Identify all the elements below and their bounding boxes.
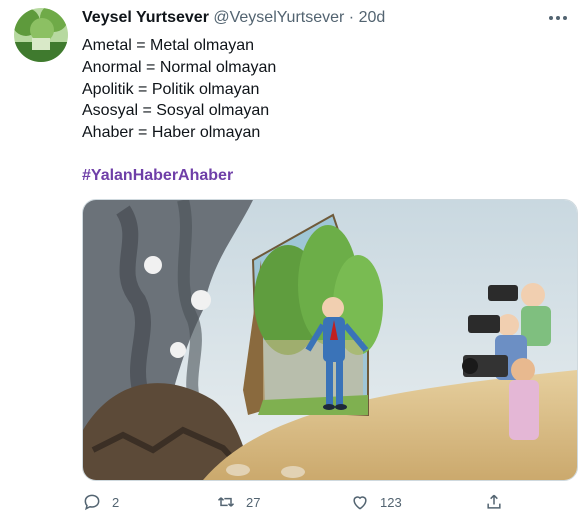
share-button[interactable]: [484, 490, 504, 514]
share-icon: [487, 494, 501, 509]
tweet[interactable]: Veysel Yurtsever @VeyselYurtsever · 20d …: [0, 0, 582, 519]
tweet-text-line: Ahaber = Haber olmayan: [82, 124, 261, 141]
separator: ·: [348, 9, 355, 26]
tweet-header: Veysel Yurtsever @VeyselYurtsever · 20d: [82, 9, 385, 27]
like-count: 123: [380, 494, 402, 510]
tweet-actions: 2 27 123: [82, 490, 576, 514]
more-icon[interactable]: [546, 8, 572, 28]
tweet-image[interactable]: [82, 199, 578, 481]
retweet-count: 27: [246, 494, 261, 510]
avatar[interactable]: [14, 8, 68, 62]
hashtag-link[interactable]: #YalanHaberAhaber: [82, 167, 233, 185]
reply-button[interactable]: 2: [82, 490, 119, 514]
like-button[interactable]: 123: [350, 490, 402, 514]
timestamp[interactable]: 20d: [359, 9, 386, 26]
reply-icon: [84, 494, 100, 511]
tweet-text-line: Apolitik = Politik olmayan: [82, 81, 260, 98]
retweet-icon: [217, 497, 235, 507]
retweet-button[interactable]: 27: [216, 490, 260, 514]
tweet-text-line: Anormal = Normal olmayan: [82, 59, 277, 76]
reply-count: 2: [112, 494, 120, 510]
like-icon: [353, 496, 367, 510]
tweet-text-line: Ametal = Metal olmayan: [82, 37, 255, 54]
tweet-text-line: Asosyal = Sosyal olmayan: [82, 102, 270, 119]
author-handle[interactable]: @VeyselYurtsever: [213, 9, 344, 26]
author-name[interactable]: Veysel Yurtsever: [82, 9, 209, 26]
